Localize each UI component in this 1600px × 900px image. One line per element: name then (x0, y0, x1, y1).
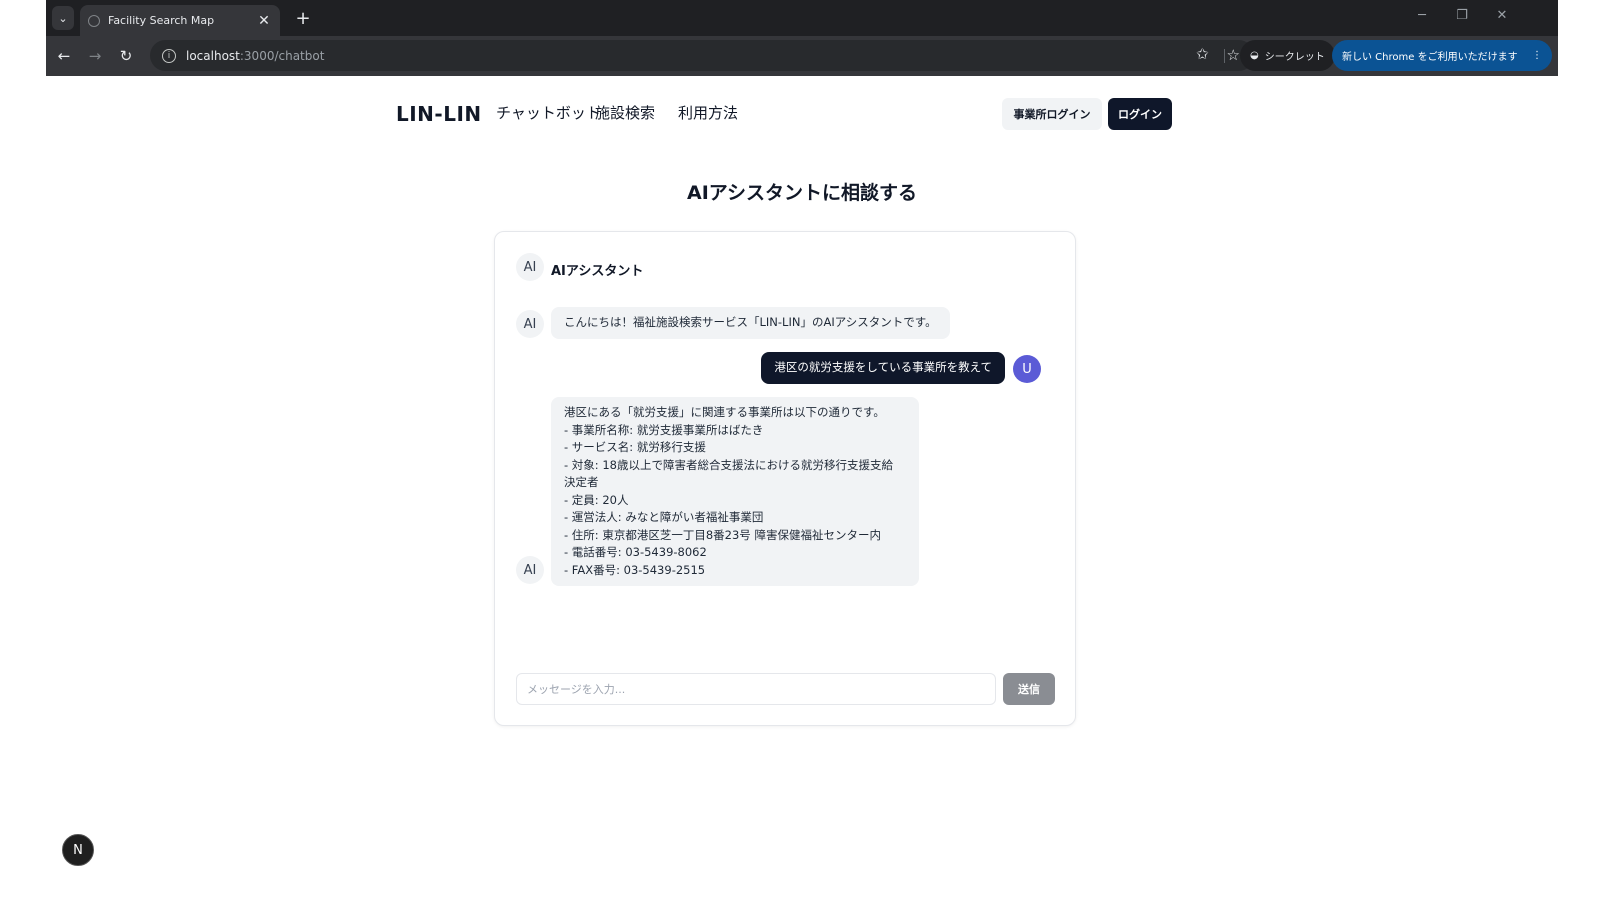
browser-window: ⌄ Facility Search Map ✕ + ─ ❐ ✕ ← → ↻ i … (46, 0, 1558, 900)
bookmarks-icon[interactable]: ✩ (1196, 45, 1209, 63)
message-line: 決定者 (564, 475, 599, 489)
browser-toolbar: ← → ↻ i localhost :3000/chatbot ☆ ✩ ◒ シー… (46, 36, 1558, 76)
incognito-indicator[interactable]: ◒ シークレット (1240, 40, 1335, 71)
message-line: - 対象: 18歳以上で障害者総合支援法における就労移行支援支給 (564, 457, 893, 472)
bookmark-star-icon[interactable]: ☆ (1227, 46, 1240, 64)
ai-message-bubble: 港区にある「就労支援」に関連する事業所は以下の通りです。 - 事業所名称: 就労… (551, 397, 919, 586)
kebab-menu-icon[interactable]: ⋮ (1532, 50, 1542, 61)
reload-icon[interactable]: ↻ (114, 44, 138, 68)
nav-link-usage[interactable]: 利用方法 (678, 102, 738, 123)
message-line: - 事業所名称: 就労支援事業所はばたき (564, 422, 764, 437)
incognito-icon: ◒ (1250, 50, 1259, 61)
address-bar[interactable]: i localhost :3000/chatbot ☆ (150, 40, 1254, 71)
chat-card-title: AIアシスタント (551, 264, 644, 279)
site-header: LIN-LIN チャットボット 施設検索 利用方法 事業所ログイン ログイン (396, 94, 1176, 134)
page-title: AIアシスタントに相談する (686, 182, 917, 204)
message-line: - 住所: 東京都港区芝一丁目8番23号 障害保健福祉センター内 (564, 527, 881, 542)
tab-close-icon[interactable]: ✕ (256, 13, 272, 29)
message-line: 港区にある「就労支援」に関連する事業所は以下の通りです。 (564, 405, 885, 419)
browser-tab[interactable]: Facility Search Map ✕ (80, 5, 280, 36)
office-login-button[interactable]: 事業所ログイン (1002, 98, 1102, 130)
chat-input-row: 送信 (516, 673, 1056, 706)
url-path: :3000/chatbot (239, 48, 325, 63)
message-line: - FAX番号: 03-5439-2515 (564, 562, 706, 577)
tab-search-button[interactable]: ⌄ (52, 6, 74, 30)
message-line: 港区の就労支援をしている事業所を教えて (774, 360, 992, 374)
nextjs-dev-badge[interactable]: N (62, 834, 94, 866)
chrome-update-button[interactable]: 新しい Chrome をご利用いただけます ⋮ (1332, 40, 1552, 71)
new-tab-button[interactable]: + (292, 7, 314, 29)
ai-avatar: AI (516, 310, 544, 338)
toolbar-divider (1224, 49, 1225, 63)
window-close-button[interactable]: ✕ (1492, 8, 1512, 23)
ai-message-bubble: こんにちは！福祉施設検索サービス「LIN-LIN」のAIアシスタントです。 (551, 307, 950, 339)
message-line: - サービス名: 就労移行支援 (564, 440, 706, 454)
forward-arrow-icon[interactable]: → (83, 44, 107, 68)
message-line: - 定員: 20人 (564, 492, 629, 507)
page-content: LIN-LIN チャットボット 施設検索 利用方法 事業所ログイン ログイン A… (46, 76, 1558, 900)
user-message-bubble: 港区の就労支援をしている事業所を教えて (761, 352, 1005, 384)
user-avatar: U (1013, 355, 1041, 383)
nav-link-chatbot[interactable]: チャットボット (496, 102, 601, 123)
ai-avatar: AI (516, 556, 544, 584)
update-label: 新しい Chrome をご利用いただけます (1342, 52, 1518, 63)
nav-link-facility-search[interactable]: 施設検索 (595, 102, 655, 123)
chat-card: AI AIアシスタント AI こんにちは！福祉施設検索サービス「LIN-LIN」… (494, 231, 1076, 726)
login-button[interactable]: ログイン (1108, 98, 1172, 130)
minimize-button[interactable]: ─ (1412, 8, 1432, 23)
globe-icon (88, 14, 100, 27)
site-logo[interactable]: LIN-LIN (396, 102, 482, 126)
url-host: localhost (186, 48, 240, 63)
tab-bar: ⌄ Facility Search Map ✕ + ─ ❐ ✕ (46, 0, 1558, 36)
message-line: こんにちは！福祉施設検索サービス「LIN-LIN」のAIアシスタントです。 (564, 315, 937, 329)
send-button[interactable]: 送信 (1003, 673, 1055, 705)
site-info-icon[interactable]: i (162, 48, 176, 63)
back-arrow-icon[interactable]: ← (52, 44, 76, 68)
message-input[interactable] (516, 673, 996, 705)
incognito-label: シークレット (1264, 52, 1325, 63)
message-line: - 運営法人: みなと障がい者福祉事業団 (564, 510, 764, 524)
restore-button[interactable]: ❐ (1452, 8, 1472, 23)
ai-avatar: AI (516, 253, 544, 281)
message-line: - 電話番号: 03-5439-8062 (564, 545, 707, 559)
tab-title: Facility Search Map (108, 14, 215, 27)
